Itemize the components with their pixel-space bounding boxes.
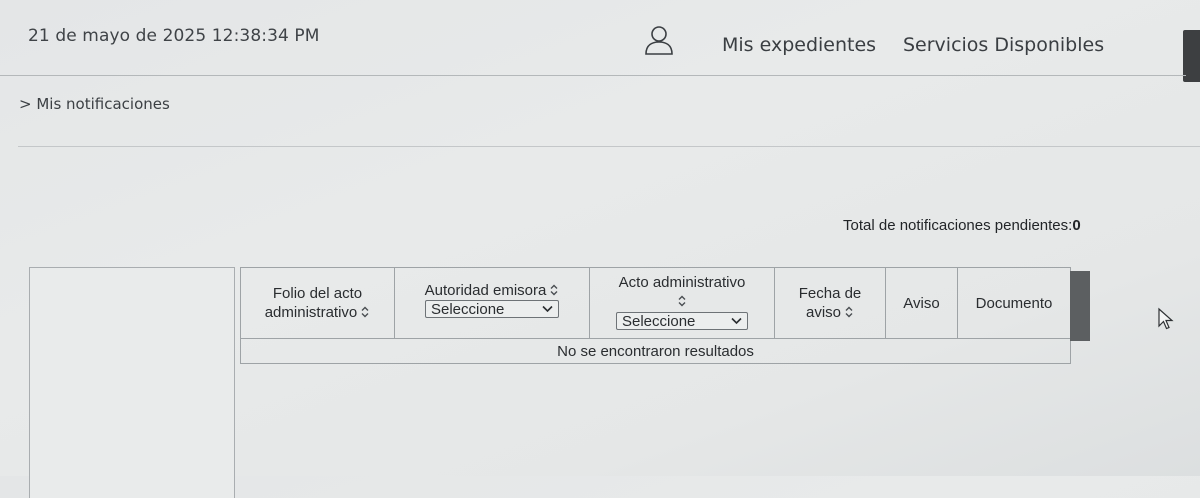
table-scrollbar[interactable] <box>1070 271 1090 341</box>
column-label: Acto administrativo <box>618 274 746 291</box>
empty-results-message: No se encontraron resultados <box>240 338 1071 364</box>
sort-icon[interactable] <box>360 306 370 318</box>
chevron-down-icon <box>542 305 553 313</box>
column-label-line: administrativo <box>264 304 358 321</box>
column-header-acto-administrativo[interactable]: Acto administrativo Seleccione <box>589 267 775 339</box>
select-value: Seleccione <box>622 313 696 330</box>
mouse-cursor-icon <box>1158 307 1174 330</box>
column-label-line: Folio del acto <box>272 285 363 302</box>
nav-mis-expedientes[interactable]: Mis expedientes <box>722 34 876 56</box>
autoridad-emisora-select[interactable]: Seleccione <box>425 300 559 318</box>
current-datetime: 21 de mayo de 2025 12:38:34 PM <box>28 26 320 46</box>
total-pending-count: 0 <box>1072 217 1081 234</box>
column-header-autoridad-emisora[interactable]: Autoridad emisora Seleccione <box>394 267 590 339</box>
breadcrumb[interactable]: > Mis notificaciones <box>19 95 170 113</box>
column-label: Autoridad emisora <box>424 282 547 299</box>
breadcrumb-divider <box>18 146 1200 147</box>
total-pending-label: Total de notificaciones pendientes: <box>843 217 1073 234</box>
table-header-row: Folio del acto administrativo Autoridad … <box>240 267 1071 339</box>
column-label-line: aviso <box>805 304 842 321</box>
column-label: Documento <box>975 294 1053 312</box>
column-header-fecha-aviso[interactable]: Fecha de aviso <box>774 267 886 339</box>
table-row: No se encontraron resultados <box>240 338 1071 364</box>
sort-icon[interactable] <box>677 295 687 307</box>
nav-servicios-disponibles[interactable]: Servicios Disponibles <box>903 34 1104 56</box>
column-header-aviso: Aviso <box>885 267 958 339</box>
select-value: Seleccione <box>431 301 505 318</box>
notifications-table: Folio del acto administrativo Autoridad … <box>240 267 1071 364</box>
column-label-line: Fecha de <box>798 285 862 302</box>
left-side-panel <box>29 267 235 498</box>
chevron-down-icon <box>731 317 742 325</box>
sort-icon[interactable] <box>549 284 559 296</box>
notifications-table-container: Folio del acto administrativo Autoridad … <box>240 267 1090 364</box>
user-icon[interactable] <box>644 24 674 56</box>
total-pending-notifications: Total de notificaciones pendientes:0 <box>843 217 1081 234</box>
sort-icon[interactable] <box>844 306 854 318</box>
column-header-documento: Documento <box>957 267 1071 339</box>
acto-administrativo-select[interactable]: Seleccione <box>616 312 748 330</box>
header-divider <box>0 75 1186 76</box>
column-label: Aviso <box>903 294 940 312</box>
column-header-folio[interactable]: Folio del acto administrativo <box>240 267 395 339</box>
